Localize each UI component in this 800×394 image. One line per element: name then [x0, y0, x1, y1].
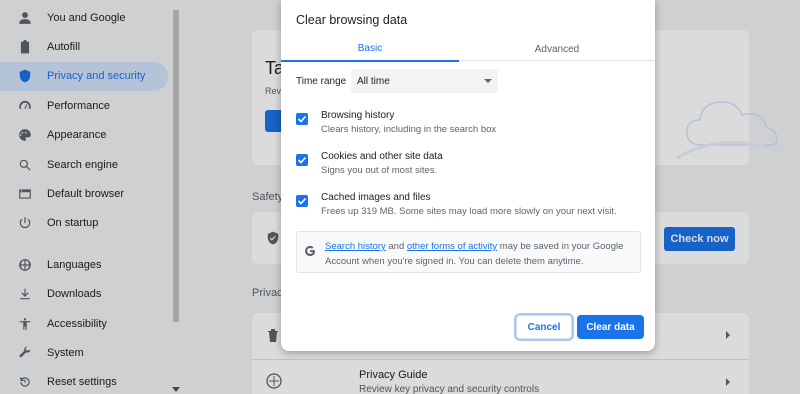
- clear-data-button[interactable]: Clear data: [577, 315, 644, 339]
- option-description: Frees up 319 MB. Some sites may load mor…: [321, 206, 617, 217]
- cookies-checkbox[interactable]: [296, 154, 308, 166]
- cancel-button[interactable]: Cancel: [516, 315, 572, 339]
- google-account-notice: Search history and other forms of activi…: [296, 231, 641, 273]
- option-description: Clears history, including in the search …: [321, 124, 497, 135]
- option-label: Cached images and files: [321, 192, 431, 203]
- checkmark-icon: [297, 197, 307, 205]
- option-cached-images: Cached images and files Frees up 319 MB.…: [296, 192, 646, 222]
- notice-text: Search history and other forms of activi…: [325, 241, 624, 267]
- option-browsing-history: Browsing history Clears history, includi…: [296, 110, 646, 140]
- time-range-value: All time: [357, 76, 390, 87]
- google-g-icon: [305, 245, 315, 256]
- dropdown-arrow-icon: [484, 79, 492, 83]
- checkmark-icon: [297, 115, 307, 123]
- checkmark-icon: [297, 156, 307, 164]
- dialog-title: Clear browsing data: [296, 13, 408, 27]
- time-range-label: Time range: [296, 76, 347, 87]
- clear-browsing-data-dialog: Clear browsing data Basic Advanced Time …: [281, 0, 655, 351]
- option-description: Signs you out of most sites.: [321, 165, 438, 176]
- tab-basic[interactable]: Basic: [281, 37, 459, 62]
- option-cookies: Cookies and other site data Signs you ou…: [296, 151, 646, 181]
- tab-advanced[interactable]: Advanced: [459, 37, 655, 61]
- other-activity-link[interactable]: other forms of activity: [407, 241, 497, 252]
- option-label: Cookies and other site data: [321, 151, 443, 162]
- cached-images-checkbox[interactable]: [296, 195, 308, 207]
- browsing-history-checkbox[interactable]: [296, 113, 308, 125]
- option-label: Browsing history: [321, 110, 395, 121]
- search-history-link[interactable]: Search history: [325, 241, 386, 252]
- time-range-select[interactable]: All time: [351, 69, 498, 93]
- dialog-tabs: Basic Advanced: [281, 37, 655, 62]
